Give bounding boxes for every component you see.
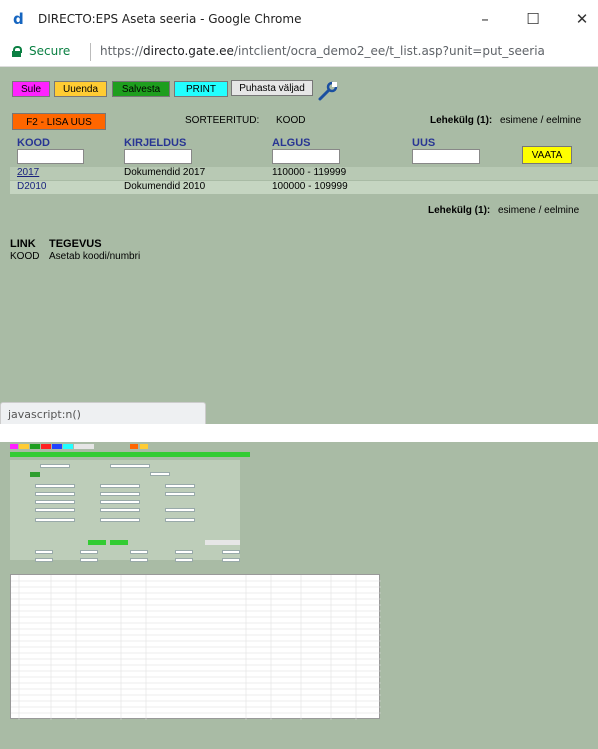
url-host: directo.gate.ee [143, 44, 234, 58]
uus-filter-input[interactable] [412, 149, 480, 164]
thumbnail-button [10, 444, 18, 449]
thumbnail-field [80, 558, 98, 562]
thumbnail-field [165, 518, 195, 522]
row-kirjeldus: Dokumendid 2017 [124, 167, 206, 178]
kood-filter-input[interactable] [17, 149, 84, 164]
thumbnail-field [110, 464, 150, 468]
status-text: javascript:n() [8, 408, 81, 421]
maximize-button[interactable]: ☐ [518, 6, 548, 32]
row-algus: 100000 - 109999 [272, 181, 348, 192]
thumbnail-field [150, 472, 170, 476]
lock-icon [12, 46, 22, 57]
background-window-thumbnail[interactable] [0, 424, 598, 749]
settings-wrench-icon[interactable] [317, 80, 339, 102]
thumbnail-field [35, 518, 75, 522]
thumbnail-field [35, 558, 53, 562]
secure-label: Secure [29, 44, 71, 58]
thumbnail-field [165, 484, 195, 488]
status-bar: javascript:n() [0, 402, 206, 424]
thumbnail-field [80, 550, 98, 554]
page-nav-link[interactable]: esimene / eelmine [500, 115, 581, 126]
thumbnail-field [222, 550, 240, 554]
sorted-label: SORTEERITUD: [185, 115, 260, 126]
directo-logo-icon: d [13, 10, 24, 28]
sorted-value: KOOD [276, 115, 306, 126]
thumbnail-button [19, 444, 29, 449]
thumbnail-field [100, 508, 140, 512]
column-algus[interactable]: ALGUS [272, 137, 311, 149]
window-title: DIRECTO:EPS Aseta seeria - Google Chrome [38, 12, 302, 26]
legend-link-value: KOOD [10, 251, 40, 262]
kirjeldus-filter-input[interactable] [124, 149, 192, 164]
thumbnail-field [35, 500, 75, 504]
column-kirjeldus[interactable]: KIRJELDUS [124, 137, 186, 149]
print-button[interactable]: PRINT [174, 81, 228, 97]
thumbnail-rows-grid [10, 574, 381, 720]
thumbnail-field [130, 558, 148, 562]
thumbnail-field [165, 492, 195, 496]
url-field[interactable]: https://directo.gate.ee/intclient/ocra_d… [100, 44, 545, 58]
thumbnail-grid-lines [11, 575, 381, 720]
close-button[interactable]: ✕ [567, 6, 597, 32]
thumbnail-field [100, 484, 140, 488]
thumbnail-button [41, 444, 51, 449]
thumbnail-field [40, 464, 70, 468]
browser-titlebar: d DIRECTO:EPS Aseta seeria - Google Chro… [0, 0, 598, 38]
puhasta-valjad-button[interactable]: Puhasta väljad [231, 80, 313, 96]
algus-filter-input[interactable] [272, 149, 340, 164]
thumbnail-button [63, 444, 73, 449]
thumbnail-button [130, 444, 138, 449]
thumbnail-field [35, 508, 75, 512]
thumbnail-button [30, 444, 40, 449]
column-uus[interactable]: UUS [412, 137, 435, 149]
thumbnail-field [175, 558, 193, 562]
row-algus: 110000 - 119999 [272, 167, 347, 178]
minimize-button[interactable]: – [470, 6, 500, 32]
thumbnail-field [175, 550, 193, 554]
thumbnail-button [140, 444, 148, 449]
address-separator [90, 43, 91, 61]
thumbnail-field [35, 550, 53, 554]
thumbnail-button [52, 444, 62, 449]
thumbnail-field [165, 508, 195, 512]
lisa-uus-button[interactable]: F2 - LISA UUS [12, 113, 106, 130]
thumbnail-button [110, 540, 128, 545]
thumbnail-button [205, 540, 240, 545]
row-kirjeldus: Dokumendid 2010 [124, 181, 206, 192]
address-bar[interactable]: Secure https://directo.gate.ee/intclient… [0, 38, 598, 67]
legend-tegevus-header: TEGEVUS [49, 238, 102, 250]
url-path: /intclient/ocra_demo2_ee/t_list.asp?unit… [233, 44, 545, 58]
url-prefix: https:// [100, 44, 144, 58]
sule-button[interactable]: Sule [12, 81, 50, 97]
uuenda-button[interactable]: Uuenda [54, 81, 107, 97]
thumbnail-field [222, 558, 240, 562]
legend-action-value: Asetab koodi/numbri [49, 251, 141, 262]
thumbnail-titlebar [0, 424, 598, 442]
row-kood-link[interactable]: D2010 [17, 181, 46, 192]
row-kood-link[interactable]: 2017 [17, 167, 39, 178]
page-label-bottom: Lehekülg (1): [428, 205, 491, 216]
thumbnail-button [74, 444, 94, 449]
thumbnail-field [100, 518, 140, 522]
thumbnail-field [100, 500, 140, 504]
thumbnail-field [130, 550, 148, 554]
thumbnail-field [35, 492, 75, 496]
salvesta-button[interactable]: Salvesta [112, 81, 170, 97]
thumbnail-button [30, 472, 40, 477]
column-kood[interactable]: KOOD [17, 137, 50, 149]
thumbnail-button [88, 540, 106, 545]
thumbnail-green-bar [10, 452, 250, 457]
thumbnail-field [35, 484, 75, 488]
page-label: Lehekülg (1): [430, 115, 493, 126]
page-nav-link-bottom[interactable]: esimene / eelmine [498, 205, 579, 216]
thumbnail-field [100, 492, 140, 496]
vaata-button[interactable]: VAATA [522, 146, 572, 164]
legend-link-header: LINK [10, 238, 36, 250]
